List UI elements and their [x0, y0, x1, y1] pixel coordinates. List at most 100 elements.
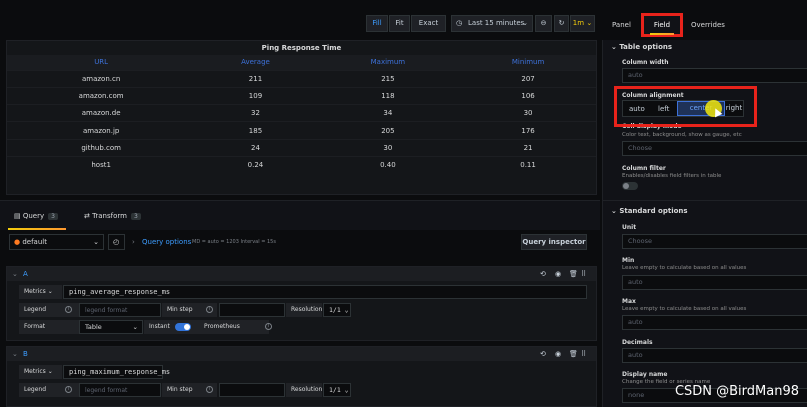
exact-button[interactable]: Exact: [411, 15, 446, 32]
min-step-input[interactable]: [219, 383, 285, 397]
column-filter-toggle[interactable]: [622, 182, 638, 190]
decimals-input[interactable]: auto: [622, 348, 807, 363]
zoom-out-icon: ⊖: [540, 19, 547, 27]
legend-input[interactable]: legend format: [79, 303, 161, 317]
metrics-input[interactable]: ping_average_response_ms: [63, 285, 587, 299]
prometheus-label: Prometheus: [199, 320, 269, 334]
options-tabs: Panel Overrides: [602, 15, 807, 39]
table-cell: 207: [460, 69, 596, 88]
column-header-maximum[interactable]: Maximum: [315, 55, 461, 70]
cell-display-mode-description: Color text, background, show as gauge, e…: [622, 132, 742, 138]
table-cell: 118: [315, 86, 461, 105]
min-step-input[interactable]: [219, 303, 285, 317]
chevron-down-icon: ⌄: [611, 207, 617, 215]
table-cell: 176: [460, 121, 596, 140]
metrics-input[interactable]: ping_maximum_response_ms: [63, 365, 170, 379]
table-cell: 0.11: [460, 155, 596, 174]
table-cell: 109: [195, 86, 316, 105]
table-cell: 21: [460, 138, 596, 157]
datasource-picker[interactable]: ● default ⌄: [9, 234, 104, 250]
table-panel: Ping Response Time URL Average Maximum M…: [6, 40, 597, 195]
table-cell: 32: [195, 104, 316, 122]
legend-input[interactable]: legend format: [79, 383, 161, 397]
collapse-icon[interactable]: ⌄: [12, 350, 18, 358]
display-name-label: Display name: [622, 371, 668, 378]
resolution-select[interactable]: 1/1 ⌄: [323, 303, 351, 317]
table-row: amazon.com 109 118 106: [7, 86, 596, 105]
info-icon: i: [206, 306, 213, 313]
tab-panel[interactable]: Panel: [612, 21, 631, 29]
table-cell: 106: [460, 86, 596, 105]
trash-icon[interactable]: 🗑: [569, 270, 578, 278]
info-icon: i: [265, 323, 272, 330]
query-row-b: ⌄ B ⟲ ◉ 🗑 ⠿ Metrics ⌄ ping_maximum_respo…: [6, 346, 597, 407]
column-width-input[interactable]: auto: [622, 68, 807, 83]
query-options-link[interactable]: Query options: [142, 238, 191, 246]
column-filter-description: Enables/disables field filters in table: [622, 173, 722, 179]
datasource-icon: ●: [14, 238, 21, 246]
zoom-out-button[interactable]: ⊖: [535, 15, 552, 32]
collapse-icon[interactable]: ⌄: [12, 270, 18, 278]
max-input[interactable]: auto: [622, 315, 807, 330]
table-cell: host1: [7, 155, 196, 174]
table-cell: amazon.de: [7, 104, 196, 122]
chevron-down-icon: ⌄: [522, 19, 528, 27]
help-icon[interactable]: ⟲: [540, 270, 546, 278]
column-header-average[interactable]: Average: [195, 55, 316, 70]
max-description: Leave empty to calculate based on all va…: [622, 306, 747, 312]
history-icon: ◴: [113, 238, 120, 246]
table-row: amazon.cn 211 215 207: [7, 69, 596, 88]
tab-field[interactable]: Field: [641, 13, 683, 37]
clock-icon: ◷: [456, 19, 463, 27]
min-input[interactable]: auto: [622, 275, 807, 290]
column-width-label: Column width: [622, 59, 669, 66]
refresh-icon: ↻: [558, 19, 565, 27]
query-row-header: ⌄ B ⟲ ◉ 🗑 ⠿: [7, 347, 596, 361]
format-select[interactable]: Table ⌄: [79, 320, 143, 334]
tab-overrides[interactable]: Overrides: [691, 21, 725, 29]
resolution-select[interactable]: 1/1 ⌄: [323, 383, 351, 397]
table-cell: amazon.com: [7, 86, 196, 105]
query-options-bar: ● default ⌄ ◴ › Query options MD = auto …: [0, 230, 600, 260]
min-label: Min: [622, 257, 635, 264]
table-options-section[interactable]: ⌄ Table options: [611, 43, 672, 51]
tab-transform[interactable]: ⇄ Transform 3: [84, 212, 141, 220]
table-cell: 0.40: [315, 155, 461, 174]
unit-select[interactable]: Choose: [622, 234, 807, 249]
help-icon[interactable]: ⟲: [540, 350, 546, 358]
chevron-down-icon: ⌄: [611, 43, 617, 51]
column-header-minimum[interactable]: Minimum: [460, 55, 596, 70]
tab-query-label: Query: [22, 212, 45, 220]
time-range-picker[interactable]: ◷ Last 15 minutes ⌄: [451, 15, 533, 32]
standard-options-section[interactable]: ⌄ Standard options: [611, 207, 688, 215]
trash-icon[interactable]: 🗑: [569, 350, 578, 358]
fill-button[interactable]: Fill: [366, 15, 388, 32]
watermark: CSDN @BirdMan98: [674, 384, 799, 399]
refresh-button[interactable]: ↻: [554, 15, 569, 32]
query-inspector-button[interactable]: Query inspector: [521, 234, 587, 250]
tab-field-label: Field: [653, 21, 671, 29]
column-header-url[interactable]: URL: [7, 55, 196, 70]
eye-icon[interactable]: ◉: [555, 270, 561, 278]
query-history-button[interactable]: ◴: [108, 234, 125, 250]
table-row: amazon.jp 185 205 176: [7, 121, 596, 140]
drag-handle-icon[interactable]: ⠿: [581, 350, 586, 358]
cell-display-mode-select[interactable]: Choose: [622, 141, 807, 156]
eye-icon[interactable]: ◉: [555, 350, 561, 358]
info-icon: i: [65, 306, 72, 313]
table-cell: 30: [460, 104, 596, 122]
fit-button[interactable]: Fit: [389, 15, 410, 32]
instant-toggle[interactable]: [175, 323, 191, 331]
chevron-down-icon: ⌄: [132, 323, 138, 331]
tab-query[interactable]: ▤ Query 3: [14, 212, 58, 220]
drag-handle-icon[interactable]: ⠿: [581, 270, 586, 278]
info-icon: i: [65, 386, 72, 393]
metrics-label: Metrics ⌄: [19, 365, 62, 379]
refresh-interval-picker[interactable]: 1m ⌄: [570, 15, 595, 32]
panel-toolbar: Fill Fit Exact ◷ Last 15 minutes ⌄ ⊖ ↻ 1…: [0, 0, 600, 40]
table-row: host1 0.24 0.40 0.11: [7, 155, 596, 174]
info-icon: i: [206, 386, 213, 393]
panel-title: Ping Response Time: [261, 44, 342, 52]
table-cell: 211: [195, 69, 316, 88]
table-cell: amazon.cn: [7, 69, 196, 88]
